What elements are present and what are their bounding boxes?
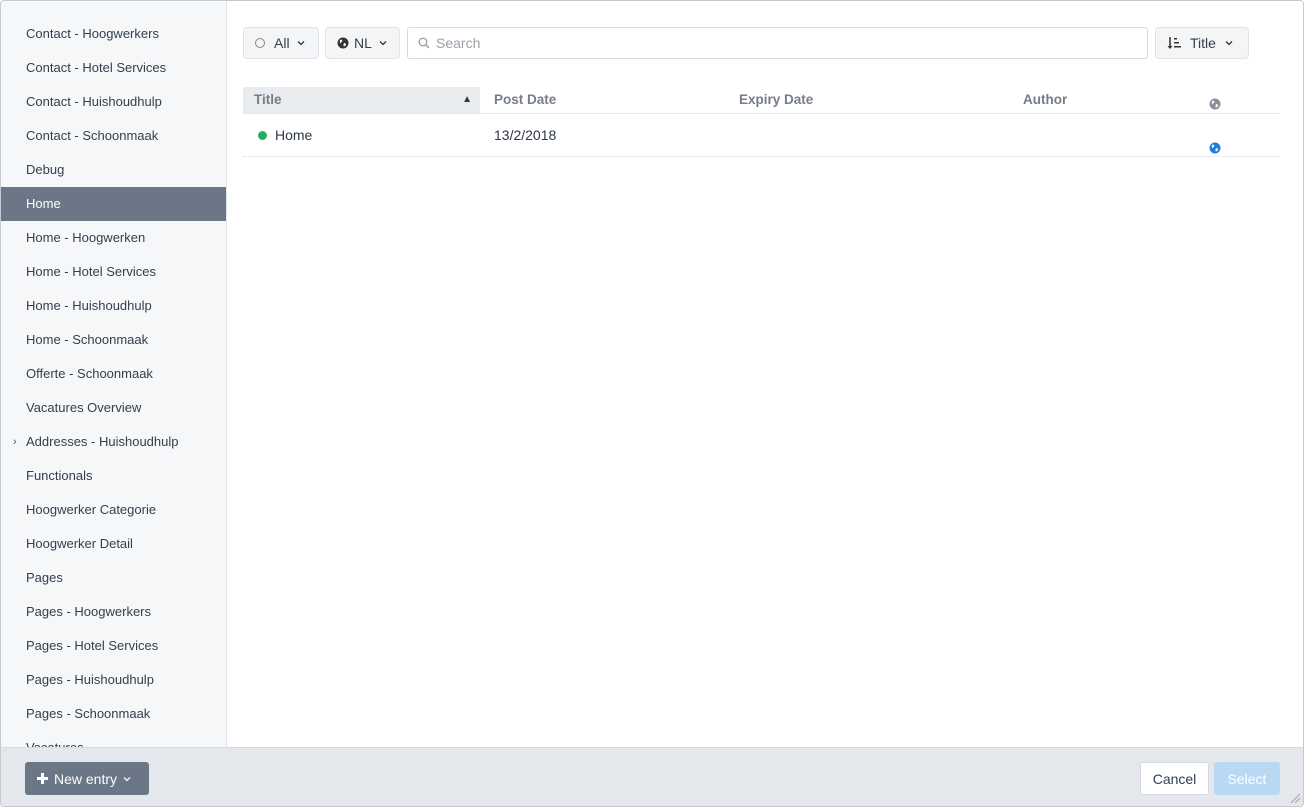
sidebar-item[interactable]: Home - Hotel Services <box>1 255 226 289</box>
sidebar-item[interactable]: Pages - Huishoudhulp <box>1 663 226 697</box>
sidebar-item-label: Home - Huishoudhulp <box>26 298 152 313</box>
sidebar-item[interactable]: Pages - Hotel Services <box>1 629 226 663</box>
sidebar-item-label: Offerte - Schoonmaak <box>26 366 153 381</box>
search-icon <box>418 37 430 49</box>
sidebar-item-label: Pages - Huishoudhulp <box>26 672 154 687</box>
main-panel: All NL Search Title Title ▲ Post Date Ex… <box>227 1 1303 747</box>
sidebar-item[interactable]: Contact - Hoogwerkers <box>1 17 226 51</box>
chevron-down-icon <box>297 41 305 46</box>
sidebar-item-label: Home <box>26 196 61 211</box>
select-button[interactable]: Select <box>1214 762 1280 795</box>
sort-asc-icon: ▲ <box>462 94 472 105</box>
sidebar-item[interactable]: › Addresses - Huishoudhulp <box>1 425 226 459</box>
sidebar-item-label: Contact - Hoogwerkers <box>26 26 159 41</box>
site-filter-label: NL <box>354 35 372 51</box>
sidebar-item[interactable]: Offerte - Schoonmaak <box>1 357 226 391</box>
cancel-button[interactable]: Cancel <box>1140 762 1209 795</box>
sidebar-item[interactable]: Home <box>1 187 226 221</box>
sidebar-item-label: Vacatures <box>26 740 84 747</box>
sidebar-item[interactable]: Home - Huishoudhulp <box>1 289 226 323</box>
new-entry-button[interactable]: New entry <box>25 762 149 795</box>
sources-sidebar: Contact - Hoogwerkers Contact - Hotel Ser… <box>1 1 227 747</box>
sidebar-item[interactable]: Debug <box>1 153 226 187</box>
row-title-label: Home <box>275 127 313 143</box>
sidebar-item-label: Contact - Huishoudhulp <box>26 94 162 109</box>
column-header-title[interactable]: Title ▲ <box>243 87 480 113</box>
globe-icon <box>1209 98 1221 110</box>
sidebar-item[interactable]: Vacatures Overview <box>1 391 226 425</box>
sidebar-item[interactable]: Hoogwerker Detail <box>1 527 226 561</box>
sort-icon <box>1167 37 1181 49</box>
sidebar-item-label: Functionals <box>26 468 93 483</box>
sidebar-item[interactable]: Pages <box>1 561 226 595</box>
sidebar-list: Contact - Hoogwerkers Contact - Hotel Ser… <box>1 1 226 747</box>
sidebar-item[interactable]: Pages - Schoonmaak <box>1 697 226 731</box>
sidebar-item[interactable]: Hoogwerker Categorie <box>1 493 226 527</box>
table-header: Title ▲ Post Date Expiry Date Author <box>243 87 1279 114</box>
column-header-expiry-date[interactable]: Expiry Date <box>739 87 813 113</box>
sidebar-item[interactable]: Home - Hoogwerken <box>1 221 226 255</box>
status-filter-button[interactable]: All <box>243 27 319 59</box>
sidebar-item-label: Addresses - Huishoudhulp <box>26 434 179 449</box>
sidebar-item[interactable]: Contact - Hotel Services <box>1 51 226 85</box>
sidebar-item[interactable]: Contact - Schoonmaak <box>1 119 226 153</box>
sidebar-item-label: Pages <box>26 570 63 585</box>
row-title: Home <box>258 114 312 156</box>
sidebar-item-label: Pages - Hoogwerkers <box>26 604 151 619</box>
sidebar-item-label: Hoogwerker Categorie <box>26 502 157 517</box>
plus-icon <box>37 773 48 784</box>
globe-icon <box>337 37 349 49</box>
sidebar-item-label: Debug <box>26 162 65 177</box>
sidebar-item[interactable]: Home - Schoonmaak <box>1 323 226 357</box>
sidebar-item-label: Pages - Hotel Services <box>26 638 159 653</box>
sidebar-item[interactable]: Pages - Hoogwerkers <box>1 595 226 629</box>
chevron-right-icon[interactable]: › <box>13 425 17 459</box>
toolbar: All NL Search Title <box>243 27 1263 59</box>
sidebar-item[interactable]: Vacatures <box>1 731 226 747</box>
sidebar-item-label: Home - Hotel Services <box>26 264 157 279</box>
entry-selector-modal: Contact - Hoogwerkers Contact - Hotel Ser… <box>0 0 1304 807</box>
sidebar-item-label: Home - Schoonmaak <box>26 332 149 347</box>
chevron-down-icon <box>123 776 131 781</box>
status-ring-icon <box>255 38 265 48</box>
column-header-author[interactable]: Author <box>1023 87 1067 113</box>
sidebar-item-label: Contact - Schoonmaak <box>26 128 159 143</box>
sidebar-item[interactable]: Contact - Huishoudhulp <box>1 85 226 119</box>
status-live-icon <box>258 130 267 140</box>
search-input[interactable] <box>436 35 1116 51</box>
globe-icon <box>1209 142 1221 154</box>
sidebar-item[interactable]: Functionals <box>1 459 226 493</box>
search-box <box>407 27 1148 59</box>
modal-footer: New entry Cancel Select <box>1 747 1303 806</box>
row-post-date: 13/2/2018 <box>494 127 557 143</box>
site-filter-button[interactable]: NL <box>325 27 400 59</box>
sidebar-item-label: Vacatures Overview <box>26 400 142 415</box>
column-header-post-date[interactable]: Post Date <box>494 87 556 113</box>
sidebar-item-label: Contact - Hotel Services <box>26 60 167 75</box>
chevron-down-icon <box>379 41 387 46</box>
sidebar-item-label: Pages - Schoonmaak <box>26 706 151 721</box>
sidebar-item-label: Home - Hoogwerken <box>26 230 146 245</box>
sort-label: Title <box>1190 35 1216 51</box>
column-title-label: Title <box>254 92 282 107</box>
entries-table: Title ▲ Post Date Expiry Date Author Hom… <box>243 87 1279 157</box>
chevron-down-icon <box>1225 41 1233 46</box>
table-row[interactable]: Home 13/2/2018 <box>243 114 1279 157</box>
sidebar-item-label: Hoogwerker Detail <box>26 536 133 551</box>
new-entry-label: New entry <box>54 770 118 787</box>
sort-button[interactable]: Title <box>1155 27 1249 59</box>
resize-handle-icon[interactable] <box>1289 792 1301 804</box>
status-filter-label: All <box>274 35 290 51</box>
row-site <box>1209 128 1221 154</box>
